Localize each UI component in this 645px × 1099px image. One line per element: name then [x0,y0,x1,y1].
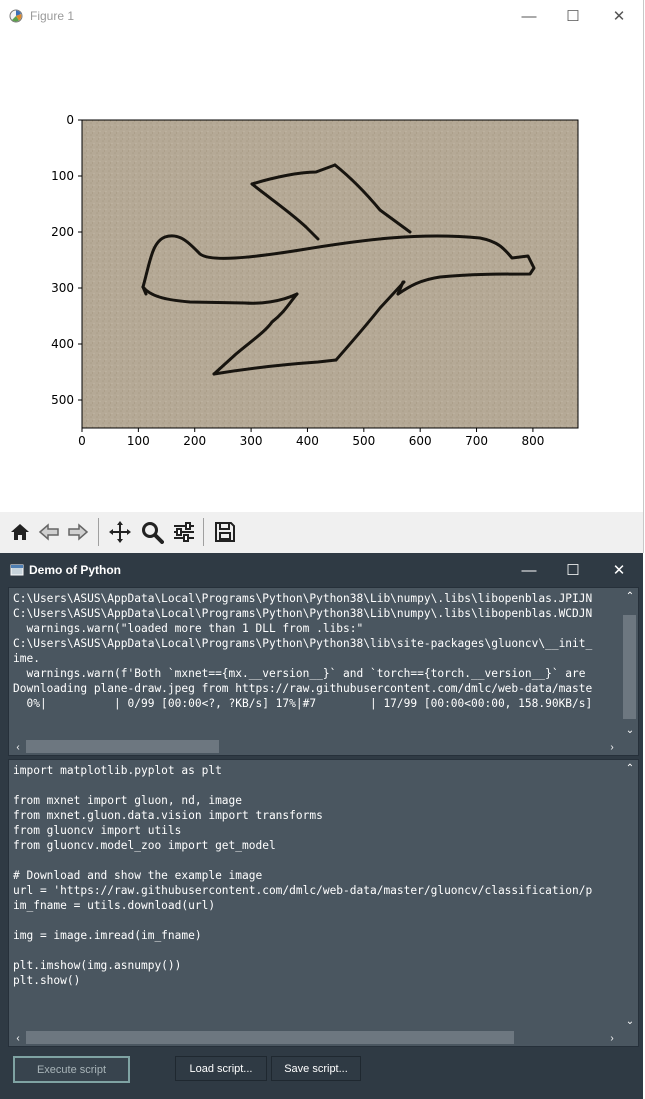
plot-canvas[interactable]: 0 100 200 300 400 500 600 700 800 0 100 200 300 400 5… [0,32,643,512]
y-tick-label: 0 [66,113,74,127]
script-horizontal-scrollbar[interactable]: ‹ › [9,1029,621,1046]
x-tick-label: 0 [78,434,86,448]
code-line: C:\Users\ASUS\AppData\Local\Programs\Pyt… [13,592,593,605]
code-line: im_fname = utils.download(url) [13,899,216,912]
back-icon[interactable] [35,518,63,546]
figure-title: Figure 1 [30,9,75,23]
x-tick-label: 600 [409,434,432,448]
home-icon[interactable] [6,518,34,546]
x-tick-label: 800 [521,434,544,448]
zoom-icon[interactable] [138,518,166,546]
code-line: from gluoncv.model_zoo import get_model [13,839,276,852]
code-line: url = 'https://raw.githubusercontent.com… [13,884,593,897]
y-tick-label: 100 [51,169,74,183]
plot-toolbar [0,512,643,553]
code-line: plt.show() [13,974,81,987]
y-tick-label: 400 [51,337,74,351]
code-line: from mxnet import gluon, nd, image [13,794,243,807]
y-tick-label: 500 [51,393,74,407]
code-line: ime. [13,652,40,665]
code-line: from gluoncv import utils [13,824,182,837]
minimize-button[interactable]: — [514,558,544,582]
scrollbar-thumb[interactable] [26,1031,514,1044]
forward-icon[interactable] [64,518,92,546]
x-tick-label: 700 [465,434,488,448]
code-line: # Download and show the example image [13,869,263,882]
scroll-up-icon[interactable]: ⌃ [623,589,637,603]
code-line: img = image.imread(im_fname) [13,929,202,942]
y-tick-label: 200 [51,225,74,239]
scroll-down-icon[interactable]: ⌄ [623,1014,637,1028]
x-axis: 0 100 200 300 400 500 600 700 800 [78,428,544,448]
scroll-right-icon[interactable]: › [605,740,619,754]
code-line: Downloading plane-draw.jpeg from https:/… [13,682,593,695]
scroll-up-icon[interactable]: ⌃ [623,761,637,775]
code-line: 0%| | 0/99 [00:00<?, ?KB/s] 17%|#7 | 17/… [13,697,593,710]
x-tick-label: 400 [296,434,319,448]
figure-window: Figure 1 — ☐ ✕ 0 100 200 300 400 500 600… [0,0,644,553]
maximize-button[interactable]: ☐ [558,558,588,582]
output-console[interactable]: C:\Users\ASUS\AppData\Local\Programs\Pyt… [8,587,639,756]
close-button[interactable]: ✕ [604,558,634,582]
save-script-button[interactable]: Save script... [271,1056,361,1081]
scroll-left-icon[interactable]: ‹ [11,1031,25,1045]
scrollbar-thumb[interactable] [26,740,219,753]
x-tick-label: 100 [127,434,150,448]
script-vertical-scrollbar[interactable]: ⌃ ⌄ [621,760,638,1029]
minimize-button[interactable]: — [514,4,544,28]
matplotlib-icon [9,9,23,23]
execute-script-button[interactable]: Execute script [13,1056,130,1083]
code-line: warnings.warn("loaded more than 1 DLL fr… [13,622,364,635]
y-axis: 0 100 200 300 400 500 [51,113,82,407]
output-vertical-scrollbar[interactable]: ⌃ ⌄ [621,588,638,738]
code-line: C:\Users\ASUS\AppData\Local\Programs\Pyt… [13,607,593,620]
window-app-icon [10,564,24,576]
maximize-button[interactable]: ☐ [558,4,588,28]
code-line: plt.imshow(img.asnumpy()) [13,959,182,972]
scroll-down-icon[interactable]: ⌄ [623,723,637,737]
x-tick-label: 500 [352,434,375,448]
script-editor[interactable]: import matplotlib.pyplot as plt from mxn… [8,759,639,1047]
load-script-button[interactable]: Load script... [175,1056,267,1081]
toolbar-separator [203,518,204,546]
demo-titlebar: Demo of Python — ☐ ✕ [0,553,643,586]
output-text: C:\Users\ASUS\AppData\Local\Programs\Pyt… [13,591,618,735]
code-line: from mxnet.gluon.data.vision import tran… [13,809,323,822]
x-tick-label: 200 [183,434,206,448]
image-axes [81,119,579,429]
code-line: warnings.warn(f'Both `mxnet=={mx.__versi… [13,667,586,680]
scroll-left-icon[interactable]: ‹ [11,740,25,754]
save-icon[interactable] [211,518,239,546]
pan-icon[interactable] [106,518,134,546]
output-horizontal-scrollbar[interactable]: ‹ › [9,738,621,755]
script-text[interactable]: import matplotlib.pyplot as plt from mxn… [13,763,618,1026]
x-tick-label: 300 [240,434,263,448]
scrollbar-thumb[interactable] [623,615,636,719]
close-button[interactable]: ✕ [604,4,634,28]
demo-title: Demo of Python [29,563,121,577]
scroll-right-icon[interactable]: › [605,1031,619,1045]
code-line: C:\Users\ASUS\AppData\Local\Programs\Pyt… [13,637,593,650]
code-line: import matplotlib.pyplot as plt [13,764,222,777]
y-tick-label: 300 [51,281,74,295]
configure-icon[interactable] [170,518,198,546]
toolbar-separator [98,518,99,546]
figure-titlebar: Figure 1 — ☐ ✕ [0,0,643,32]
